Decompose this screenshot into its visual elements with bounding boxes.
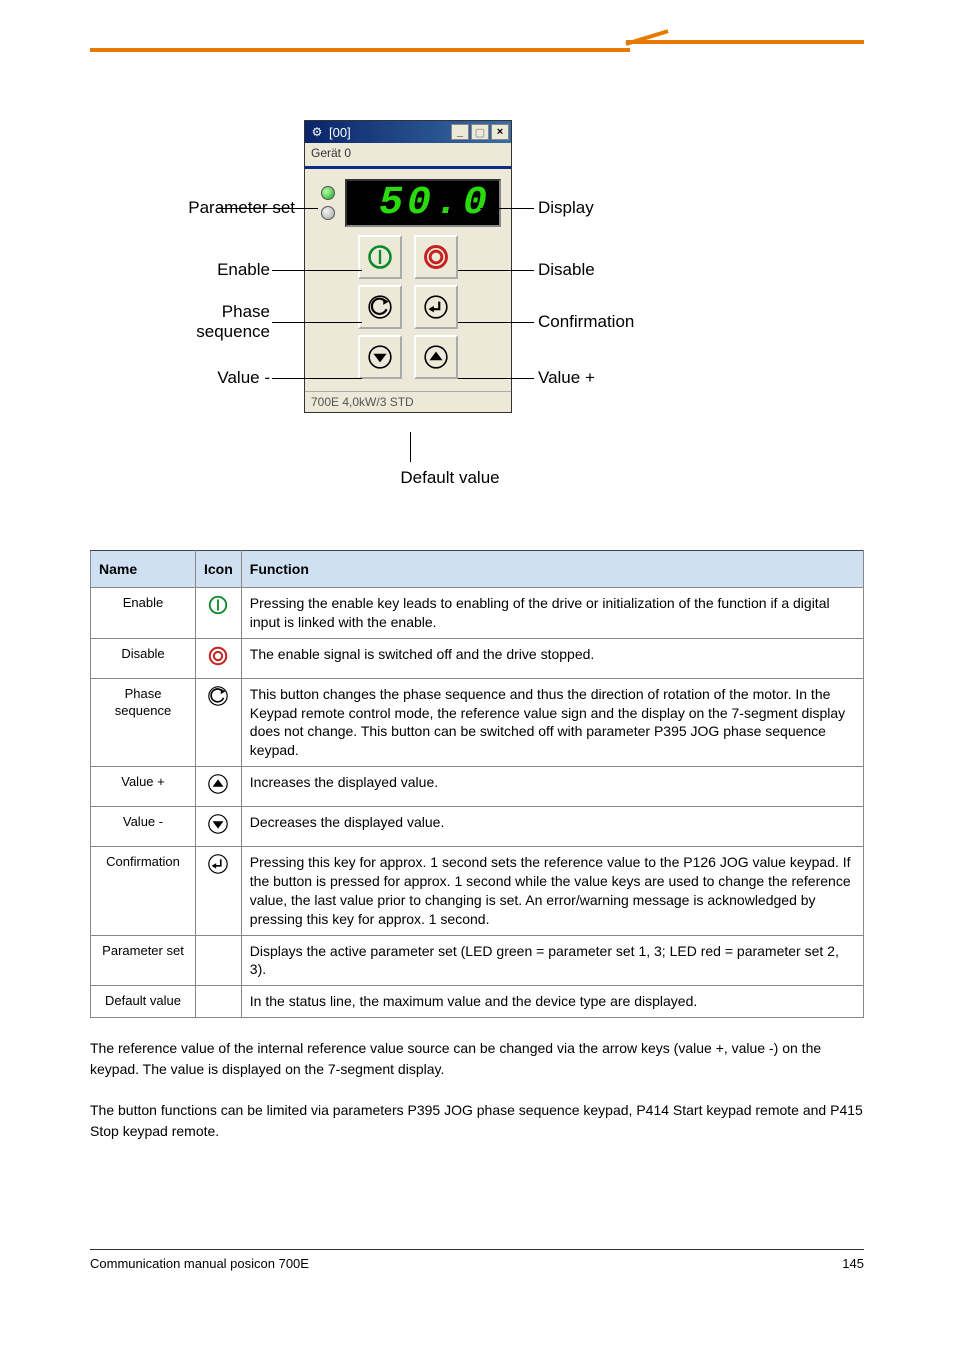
maximize-button: ▢ [471,124,489,140]
close-button[interactable]: × [491,124,509,140]
enable-icon [196,588,242,639]
th-function: Function [241,551,863,588]
phase-sequence-icon [196,678,242,767]
phase-sequence-button[interactable] [358,285,402,329]
table-row: Default value In the status line, the ma… [91,986,864,1018]
label-phase-1: Phase [70,302,270,322]
label-value-plus: Value + [538,368,595,388]
label-phase-2: sequence [70,322,270,342]
label-disable: Disable [538,260,595,280]
triangle-down-icon [196,807,242,847]
disable-icon [196,638,242,678]
page-accent-rule [90,40,864,60]
table-row: Disable The enable signal is switched of… [91,638,864,678]
body-paragraph-1: The reference value of the internal refe… [90,1038,864,1080]
body-paragraph-2: The button functions can be limited via … [90,1100,864,1142]
th-icon: Icon [196,551,242,588]
label-confirmation: Confirmation [538,312,634,332]
table-row: Confirmation Pressing this key for appro… [91,847,864,936]
window-status-bar: 700E 4,0kW/3 STD [305,391,511,412]
th-name: Name [91,551,196,588]
window-title: [00] [329,125,451,140]
value-plus-button[interactable] [414,335,458,379]
label-display: Display [538,198,594,218]
keypad-window: ⚙ [00] _ ▢ × Gerät 0 50.0 [304,120,512,413]
led-green-icon [321,186,335,200]
table-row: Value - Decreases the displayed value. [91,807,864,847]
label-default-value: Default value [350,468,550,488]
confirmation-button[interactable] [414,285,458,329]
enable-button[interactable] [358,235,402,279]
function-table: Name Icon Function Enable Pressing the e… [90,550,864,1018]
label-enable: Enable [70,260,270,280]
led-grey-icon [321,206,335,220]
triangle-up-icon [196,767,242,807]
keypad-diagram: ⚙ [00] _ ▢ × Gerät 0 50.0 [90,120,864,520]
disable-button[interactable] [414,235,458,279]
enter-icon [196,847,242,936]
label-value-minus: Value - [70,368,270,388]
minimize-button[interactable]: _ [451,124,469,140]
value-minus-button[interactable] [358,335,402,379]
window-subtitle: Gerät 0 [305,143,511,169]
seven-segment-display: 50.0 [345,179,501,227]
table-row: Enable Pressing the enable key leads to … [91,588,864,639]
parameter-set-leds [321,186,335,220]
app-icon: ⚙ [309,124,325,140]
table-row: Value + Increases the displayed value. [91,767,864,807]
table-row: Parameter set Displays the active parame… [91,935,864,986]
footer-title: Communication manual posicon 700E [90,1256,309,1271]
footer-page-number: 145 [842,1256,864,1271]
page-footer: Communication manual posicon 700E 145 [90,1249,864,1271]
window-titlebar[interactable]: ⚙ [00] _ ▢ × [305,121,511,143]
table-row: Phase sequence This button changes the p… [91,678,864,767]
